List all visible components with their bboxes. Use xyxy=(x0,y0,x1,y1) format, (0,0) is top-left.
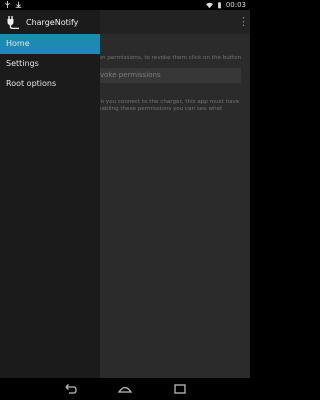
home-icon[interactable] xyxy=(118,383,132,395)
status-left xyxy=(4,1,22,8)
status-bar: 00:03 xyxy=(0,0,250,10)
status-time: 00:03 xyxy=(225,1,246,9)
drawer-menu: Home Settings Root options xyxy=(0,34,100,94)
drawer-item-root-options[interactable]: Root options xyxy=(0,74,100,94)
app-title: ChargeNotify xyxy=(26,17,79,27)
back-icon[interactable] xyxy=(63,383,77,395)
usb-icon xyxy=(5,1,10,8)
drawer-item-home[interactable]: Home xyxy=(0,34,100,54)
drawer-scrim[interactable] xyxy=(100,10,250,378)
navigation-bar xyxy=(0,378,250,400)
navigation-drawer: ChargeNotify Home Settings Root options xyxy=(0,10,100,378)
drawer-item-settings[interactable]: Settings xyxy=(0,54,100,74)
battery-icon xyxy=(217,1,221,8)
plug-icon xyxy=(7,16,19,29)
status-right: 00:03 xyxy=(205,1,246,9)
recents-icon[interactable] xyxy=(173,383,187,395)
wifi-icon xyxy=(205,2,213,8)
download-icon xyxy=(15,1,22,8)
drawer-header[interactable]: ChargeNotify xyxy=(0,10,100,34)
